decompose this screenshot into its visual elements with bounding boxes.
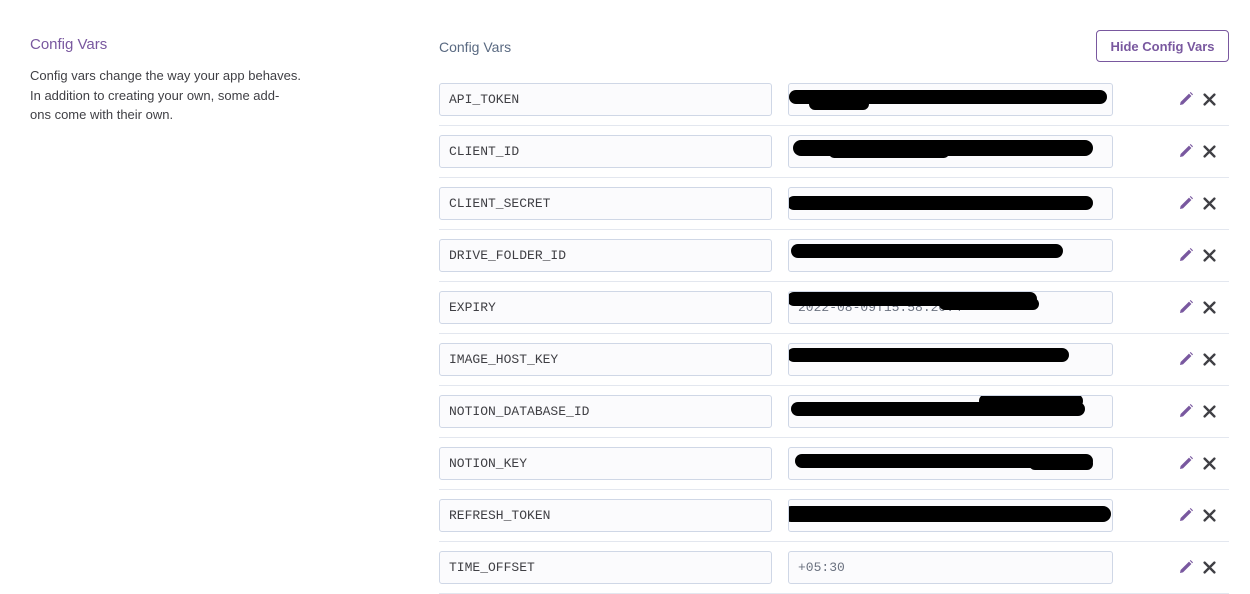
delete-config-var-button[interactable]: [1200, 246, 1218, 264]
config-var-value-field[interactable]: [788, 343, 1113, 376]
edit-config-var-button[interactable]: [1177, 454, 1195, 472]
delete-config-var-button[interactable]: [1200, 454, 1218, 472]
config-var-list: API_TOKEN CLIENT_ID CLIENT_SECRET DRIVE_FOL…: [439, 74, 1229, 594]
config-var-row: TIME_OFFSET +05:30: [439, 542, 1229, 594]
edit-config-var-button[interactable]: [1177, 350, 1195, 368]
redaction-mark: [789, 506, 1111, 522]
config-var-value-field[interactable]: +05:30: [788, 551, 1113, 584]
redaction-mark: [809, 98, 869, 110]
redaction-mark: [979, 396, 1083, 408]
panel-header: Config Vars Hide Config Vars: [439, 30, 1229, 74]
config-var-value-field[interactable]: [788, 447, 1113, 480]
pencil-icon: [1180, 456, 1193, 469]
close-icon: [1202, 144, 1216, 158]
config-var-row: CLIENT_ID: [439, 126, 1229, 178]
pencil-icon: [1180, 560, 1193, 573]
panel-title: Config Vars: [439, 39, 512, 55]
delete-config-var-button[interactable]: [1200, 350, 1218, 368]
redaction-mark: [939, 298, 1039, 310]
config-var-row: API_TOKEN: [439, 74, 1229, 126]
config-var-row: REFRESH_TOKEN: [439, 490, 1229, 542]
config-var-row: DRIVE_FOLDER_ID: [439, 230, 1229, 282]
description-line: In addition to creating your own, some a…: [30, 87, 280, 103]
config-var-key-field[interactable]: IMAGE_HOST_KEY: [439, 343, 772, 376]
config-var-key-field[interactable]: REFRESH_TOKEN: [439, 499, 772, 532]
edit-config-var-button[interactable]: [1177, 506, 1195, 524]
config-var-key-field[interactable]: CLIENT_SECRET: [439, 187, 772, 220]
config-var-key-field[interactable]: NOTION_KEY: [439, 447, 772, 480]
delete-config-var-button[interactable]: [1200, 142, 1218, 160]
config-var-value-field[interactable]: 2022-08-09T15:58:20.4: [788, 291, 1113, 324]
pencil-icon: [1180, 352, 1193, 365]
hide-config-vars-button[interactable]: Hide Config Vars: [1096, 30, 1229, 62]
config-var-key-field[interactable]: CLIENT_ID: [439, 135, 772, 168]
description-line: ons come with their own.: [30, 107, 174, 122]
section-description: Config vars change the way your app beha…: [30, 66, 320, 125]
pencil-icon: [1180, 404, 1193, 417]
close-icon: [1202, 248, 1216, 262]
delete-config-var-button[interactable]: [1200, 298, 1218, 316]
edit-config-var-button[interactable]: [1177, 246, 1195, 264]
pencil-icon: [1180, 248, 1193, 261]
edit-config-var-button[interactable]: [1177, 558, 1195, 576]
redaction-mark: [829, 148, 949, 158]
redaction-mark: [789, 196, 1093, 210]
config-var-key-field[interactable]: TIME_OFFSET: [439, 551, 772, 584]
config-var-value-field[interactable]: [788, 395, 1113, 428]
close-icon: [1202, 404, 1216, 418]
edit-config-var-button[interactable]: [1177, 142, 1195, 160]
close-icon: [1202, 456, 1216, 470]
config-var-row: IMAGE_HOST_KEY: [439, 334, 1229, 386]
close-icon: [1202, 352, 1216, 366]
redaction-mark: [789, 348, 1069, 362]
close-icon: [1202, 196, 1216, 210]
close-icon: [1202, 508, 1216, 522]
config-var-value-field[interactable]: [788, 135, 1113, 168]
pencil-icon: [1180, 300, 1193, 313]
close-icon: [1202, 92, 1216, 106]
pencil-icon: [1180, 196, 1193, 209]
config-var-row: CLIENT_SECRET: [439, 178, 1229, 230]
config-var-key-field[interactable]: API_TOKEN: [439, 83, 772, 116]
delete-config-var-button[interactable]: [1200, 506, 1218, 524]
config-var-value-field[interactable]: [788, 239, 1113, 272]
config-vars-info: Config Vars Config vars change the way y…: [30, 36, 320, 125]
config-var-value-field[interactable]: [788, 83, 1113, 116]
config-var-value-field[interactable]: [788, 499, 1113, 532]
delete-config-var-button[interactable]: [1200, 90, 1218, 108]
delete-config-var-button[interactable]: [1200, 402, 1218, 420]
config-var-key-field[interactable]: EXPIRY: [439, 291, 772, 324]
edit-config-var-button[interactable]: [1177, 194, 1195, 212]
config-var-row: NOTION_DATABASE_ID: [439, 386, 1229, 438]
config-var-row: NOTION_KEY: [439, 438, 1229, 490]
redaction-mark: [791, 244, 1063, 258]
close-icon: [1202, 560, 1216, 574]
config-var-value-text: +05:30: [798, 560, 845, 575]
close-icon: [1202, 300, 1216, 314]
config-var-value-field[interactable]: [788, 187, 1113, 220]
pencil-icon: [1180, 92, 1193, 105]
edit-config-var-button[interactable]: [1177, 90, 1195, 108]
edit-config-var-button[interactable]: [1177, 402, 1195, 420]
redaction-mark: [1029, 458, 1093, 470]
edit-config-var-button[interactable]: [1177, 298, 1195, 316]
config-var-key-field[interactable]: DRIVE_FOLDER_ID: [439, 239, 772, 272]
delete-config-var-button[interactable]: [1200, 194, 1218, 212]
delete-config-var-button[interactable]: [1200, 558, 1218, 576]
config-var-row: EXPIRY 2022-08-09T15:58:20.4: [439, 282, 1229, 334]
config-vars-panel: Config Vars Hide Config Vars API_TOKEN CL…: [439, 30, 1229, 594]
pencil-icon: [1180, 144, 1193, 157]
description-line: Config vars change the way your app beha…: [30, 68, 302, 83]
config-var-key-field[interactable]: NOTION_DATABASE_ID: [439, 395, 772, 428]
pencil-icon: [1180, 508, 1193, 521]
section-title: Config Vars: [30, 36, 108, 53]
